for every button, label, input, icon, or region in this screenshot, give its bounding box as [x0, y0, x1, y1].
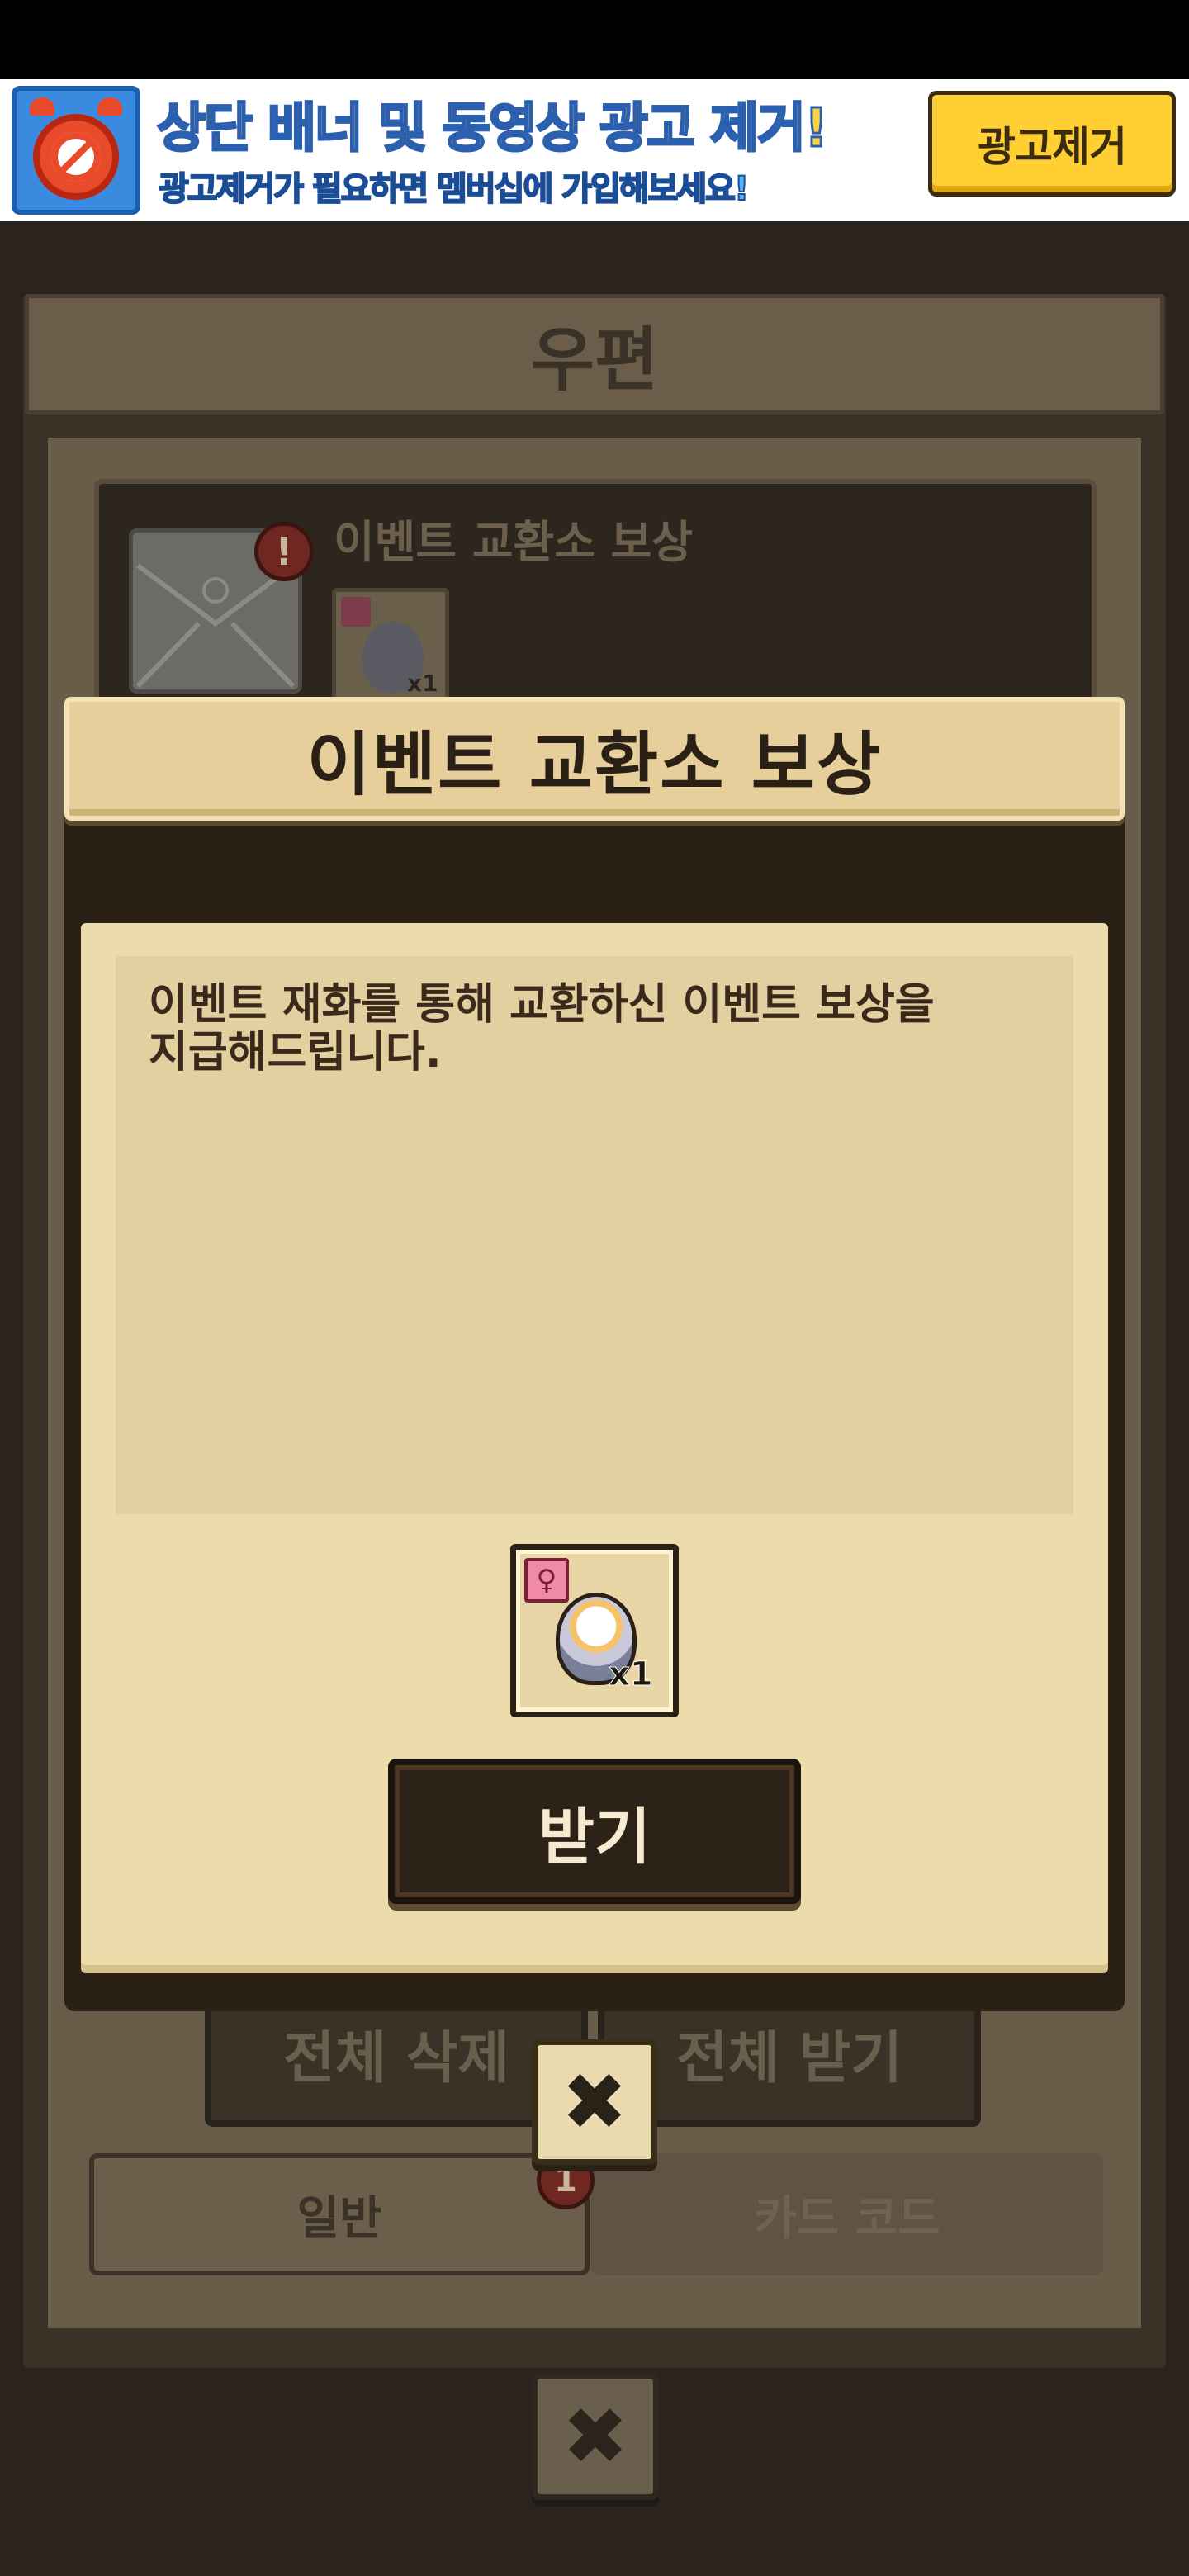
mail-item-reward: x1 [332, 588, 449, 705]
bell-left-icon [30, 97, 54, 116]
bell-right-icon [97, 97, 122, 116]
modal-message: 이벤트 재화를 통해 교환하신 이벤트 보상을 지급해드립니다. [149, 980, 935, 1077]
modal-title: 이벤트 교환소 보상 [306, 723, 883, 805]
close-icon: ✖ [561, 2056, 628, 2148]
ad-banner[interactable]: 상단 배너 및 동영상 광고 제거! 광고제거가 필요하면 멤버십에 가입해보세… [0, 79, 1189, 221]
modal-header: 이벤트 교환소 보상 [64, 697, 1125, 821]
female-icon: ♀ [524, 1558, 569, 1603]
mailbox-title: 우편 [25, 294, 1164, 414]
close-icon: ✖ [561, 2390, 629, 2483]
tab-general[interactable]: 일반 [89, 2153, 590, 2275]
ad-title: 상단 배너 및 동영상 광고 제거! [155, 97, 829, 161]
remove-ads-button[interactable]: 광고제거 [928, 91, 1176, 197]
ban-icon [51, 132, 101, 182]
status-bar [0, 0, 1189, 79]
modal-close-button[interactable]: ✖ [532, 2039, 657, 2165]
mail-item-title: 이벤트 교환소 보상 [334, 516, 694, 568]
mail-item-quantity: x1 [407, 670, 438, 697]
reward-quantity: x1 [609, 1655, 654, 1694]
unread-alert-badge: ! [254, 522, 314, 581]
ad-subtitle: 광고제거가 필요하면 멤버십에 가입해보세요! [158, 169, 750, 209]
receive-button[interactable]: 받기 [388, 1759, 801, 1904]
ad-block-clock-icon [12, 86, 140, 215]
tab-card-code[interactable]: 카드 코드 [591, 2153, 1103, 2275]
reward-item[interactable]: ♀ x1 [510, 1544, 679, 1717]
female-icon [341, 597, 371, 627]
mailbox-close-button[interactable]: ✖ [532, 2373, 659, 2500]
